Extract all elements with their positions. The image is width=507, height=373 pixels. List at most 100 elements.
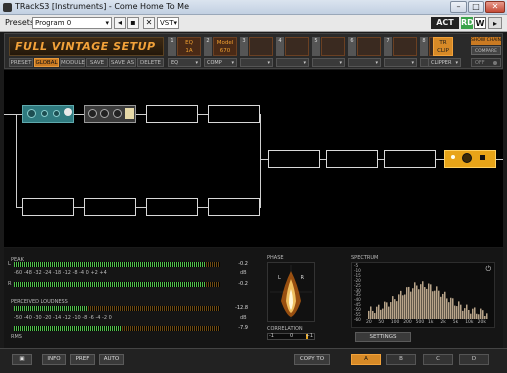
spectrum-bar: [466, 304, 468, 319]
chain-wire: [74, 114, 84, 115]
slot-module-1[interactable]: EQ 1A: [177, 37, 201, 56]
slot-module-4[interactable]: [285, 37, 309, 56]
snapshot-b-button[interactable]: B: [386, 354, 416, 365]
spectrum-bar: [380, 309, 382, 319]
slot-type-select[interactable]: [312, 58, 345, 67]
slot-module-5[interactable]: [321, 37, 345, 56]
compare-button[interactable]: COMPARE: [471, 46, 501, 55]
slot-type-select[interactable]: [348, 58, 381, 67]
spectrum-bar: [438, 290, 440, 319]
slot-number[interactable]: 6: [348, 37, 356, 56]
slot-number[interactable]: 3: [240, 37, 248, 56]
slot-type-select[interactable]: CLIPPER: [428, 58, 461, 67]
peak-db-label: dB: [240, 270, 247, 276]
info-button[interactable]: INFO: [42, 354, 66, 365]
spectrum-bar: [396, 301, 398, 319]
knob-icon: [41, 110, 48, 117]
w-logo[interactable]: W: [474, 17, 486, 29]
minimize-button[interactable]: –: [450, 1, 467, 13]
empty-slot[interactable]: [146, 105, 198, 123]
off-toggle[interactable]: OFF: [471, 58, 501, 67]
spectrum-bar: [472, 308, 474, 319]
snapshot-a-button[interactable]: A: [351, 354, 381, 365]
module-comp-670[interactable]: [84, 105, 136, 123]
power-icon[interactable]: ⏻: [485, 265, 491, 274]
peak-ch-r-label: R: [8, 281, 12, 287]
spectrum-x-tick: 50: [378, 320, 385, 325]
pref-button[interactable]: PREF: [70, 354, 95, 365]
slot-type-select[interactable]: COMP: [204, 58, 237, 67]
copy-to-button[interactable]: COPY TO: [294, 354, 330, 365]
empty-slot[interactable]: [208, 198, 260, 216]
preset-select[interactable]: Program 0 ▾: [32, 17, 112, 29]
spectrum-bar: [436, 286, 438, 319]
format-select[interactable]: VST ▾: [157, 17, 179, 29]
empty-slot[interactable]: [146, 198, 198, 216]
lock-button[interactable]: ▣: [12, 354, 32, 365]
maximize-button[interactable]: □: [468, 1, 484, 13]
save-icon[interactable]: ▪: [127, 17, 139, 29]
save-as-button[interactable]: SAVE AS: [109, 58, 136, 67]
slot-number[interactable]: 4: [276, 37, 284, 56]
empty-slot[interactable]: [22, 198, 74, 216]
slot-number[interactable]: 1: [168, 37, 176, 56]
empty-slot[interactable]: [208, 105, 260, 123]
rd-logo[interactable]: RD: [461, 17, 474, 29]
chain-wire: [16, 114, 17, 207]
loudness-meter-fill: [14, 306, 89, 311]
spectrum-bar: [374, 313, 376, 319]
signal-chain: [4, 70, 503, 247]
empty-slot[interactable]: [84, 198, 136, 216]
auto-button[interactable]: AUTO: [99, 354, 124, 365]
delete-button[interactable]: DELETE: [137, 58, 164, 67]
slot-module-2[interactable]: Model 670: [213, 37, 237, 56]
slot-module-3[interactable]: [249, 37, 273, 56]
peak-meter-left-fill: [14, 262, 206, 267]
knob-icon: [53, 110, 60, 117]
spectrum-bar: [376, 306, 378, 319]
slot-type-select[interactable]: [384, 58, 417, 67]
slot-type-select[interactable]: [276, 58, 309, 67]
slot-module-6[interactable]: [357, 37, 381, 56]
slot-number[interactable]: 7: [384, 37, 392, 56]
empty-slot[interactable]: [384, 150, 436, 168]
spectrum-bar: [400, 290, 402, 319]
settings-button[interactable]: SETTINGS: [355, 332, 411, 342]
bottom-bar: ▣ INFO PREF AUTO COPY TO A B C D: [0, 348, 507, 373]
slot-module-7[interactable]: [393, 37, 417, 56]
save-button[interactable]: SAVE: [86, 58, 108, 67]
close-button[interactable]: ✕: [485, 1, 505, 13]
menu-icon[interactable]: ▸: [488, 17, 502, 29]
act-logo[interactable]: ACT: [431, 17, 459, 29]
spectrum-bar: [470, 313, 472, 319]
power-led-icon: [493, 61, 497, 65]
module-button[interactable]: MODULE: [60, 58, 85, 67]
module-tr-clip[interactable]: [444, 150, 496, 168]
previous-preset-button[interactable]: ◂: [114, 17, 126, 29]
spectrum-bar: [458, 301, 460, 319]
slot-number[interactable]: 2: [204, 37, 212, 56]
preset-button[interactable]: PRESET: [9, 58, 33, 67]
slot-type-select[interactable]: EQ: [168, 58, 201, 67]
preset-name-display[interactable]: FULL VINTAGE SETUP 1: [9, 37, 164, 70]
meters-panel: PEAK L -0.2 -60 -48 -32 -24 -18 -12 -8 -…: [4, 248, 503, 348]
chain-wire: [136, 114, 146, 115]
spectrum-x-tick: 500: [415, 320, 425, 325]
spectrum-bar: [474, 307, 476, 319]
snapshot-c-button[interactable]: C: [423, 354, 453, 365]
module-eq-1a[interactable]: [22, 105, 74, 123]
phase-scope: L R: [267, 262, 315, 322]
empty-slot[interactable]: [326, 150, 378, 168]
global-button[interactable]: GLOBAL: [34, 58, 59, 67]
slot-number[interactable]: 5: [312, 37, 320, 56]
show-chain-button[interactable]: SHOW CHAIN: [471, 37, 501, 45]
bypass-icon[interactable]: ✕: [143, 17, 155, 29]
slot-type-select[interactable]: [240, 58, 273, 67]
slot-module-name: EQ: [185, 40, 193, 46]
chain-wire: [436, 159, 444, 160]
snapshot-d-button[interactable]: D: [459, 354, 489, 365]
slot-module-9[interactable]: TR CLIP: [433, 37, 453, 56]
empty-slot[interactable]: [268, 150, 320, 168]
slot-number[interactable]: 8: [420, 37, 428, 56]
peak-left-value: -0.2: [238, 261, 248, 267]
